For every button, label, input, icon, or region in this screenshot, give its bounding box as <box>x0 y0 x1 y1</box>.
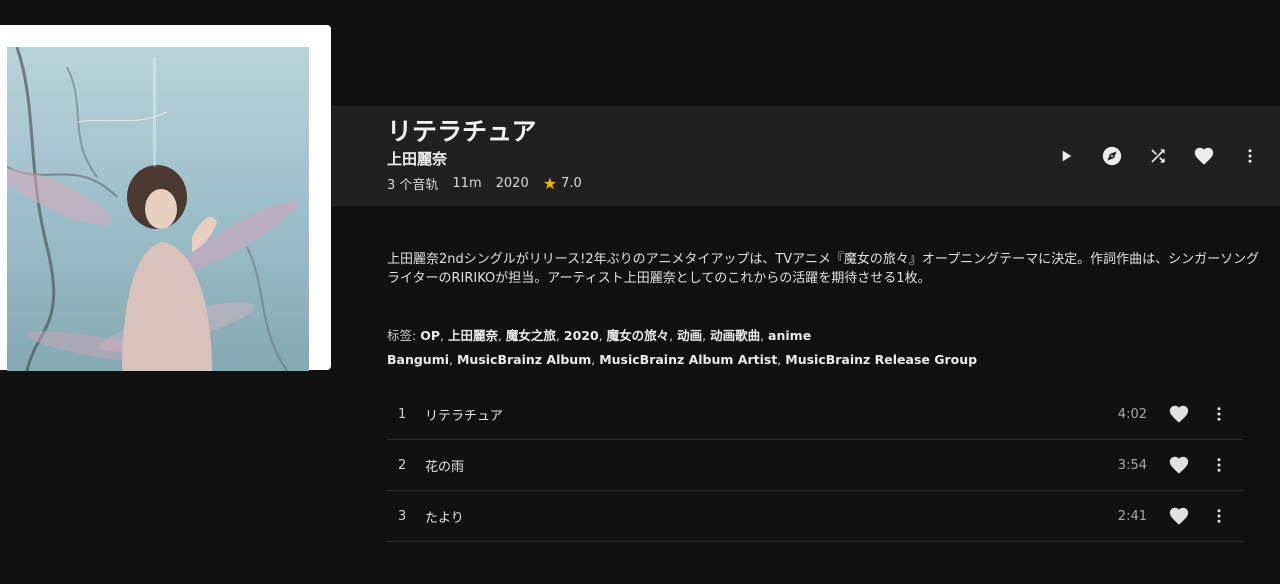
explore-icon <box>1102 146 1122 166</box>
track-more-button[interactable] <box>1209 402 1229 426</box>
explore-button[interactable] <box>1100 140 1124 172</box>
album-duration: 11m <box>452 176 482 191</box>
track-duration: 3:54 <box>1117 457 1147 473</box>
album-cover-image <box>7 47 309 371</box>
tag-link[interactable]: MusicBrainz Release Group <box>785 352 977 367</box>
heart-icon <box>1169 405 1189 423</box>
album-rating: ★ 7.0 <box>542 174 582 193</box>
album-title: リテラチュア <box>387 117 537 146</box>
more-vert-icon <box>1217 458 1221 472</box>
shuffle-icon <box>1151 149 1165 163</box>
star-icon: ★ <box>542 174 558 193</box>
track-duration: 4:02 <box>1117 406 1147 422</box>
favorite-button[interactable] <box>1192 140 1216 172</box>
track-number: 2 <box>398 457 407 473</box>
track-more-button[interactable] <box>1209 453 1229 477</box>
more-vert-icon <box>1217 509 1221 523</box>
album-page: リテラチュア 上田麗奈 3 个音轨 11m 2020 ★ 7.0 上田麗奈2nd… <box>0 0 1280 584</box>
tags-row-1: 标签: OP, 上田麗奈, 魔女之旅, 2020, 魔女の旅々, 动画, 动画歌… <box>387 328 812 343</box>
tag-link[interactable]: MusicBrainz Album Artist <box>599 352 777 367</box>
cover-illustration <box>7 47 309 371</box>
track-favorite-button[interactable] <box>1167 402 1191 426</box>
track-duration: 2:41 <box>1117 508 1147 524</box>
tag-link[interactable]: anime <box>768 328 811 343</box>
album-year: 2020 <box>495 176 529 191</box>
album-cover-card[interactable] <box>0 25 331 371</box>
heart-icon <box>1194 147 1214 165</box>
track-more-button[interactable] <box>1209 504 1229 528</box>
album-actions <box>1054 140 1262 172</box>
tag-link[interactable]: 动画 <box>677 328 702 343</box>
track-row[interactable]: 1 リテラチュア 4:02 <box>387 389 1243 440</box>
tag-link[interactable]: 魔女の旅々 <box>607 328 670 343</box>
tag-link[interactable]: MusicBrainz Album <box>457 352 591 367</box>
shuffle-button[interactable] <box>1146 140 1170 172</box>
more-options-button[interactable] <box>1238 140 1262 172</box>
heart-icon <box>1169 456 1189 474</box>
play-icon <box>1062 150 1072 162</box>
album-artist-link[interactable]: 上田麗奈 <box>387 148 447 169</box>
track-title: リテラチュア <box>425 408 503 424</box>
track-favorite-button[interactable] <box>1167 453 1191 477</box>
tag-link[interactable]: Bangumi <box>387 352 449 367</box>
track-title: たより <box>425 510 464 526</box>
track-number: 1 <box>398 406 407 422</box>
track-title: 花の雨 <box>425 459 465 475</box>
rating-value: 7.0 <box>561 176 582 191</box>
album-description: 上田麗奈2ndシングルがリリース!2年ぶりのアニメタイアップは、TVアニメ『魔女… <box>387 252 1260 286</box>
more-vert-icon <box>1248 149 1252 163</box>
track-row[interactable]: 2 花の雨 3:54 <box>387 440 1243 491</box>
track-number: 3 <box>398 508 407 524</box>
track-list: 1 リテラチュア 4:02 2 花の雨 3:54 3 たより 2:41 <box>387 389 1243 542</box>
tags-row-2: Bangumi, MusicBrainz Album, MusicBrainz … <box>387 352 978 367</box>
track-row[interactable]: 3 たより 2:41 <box>387 491 1243 542</box>
more-vert-icon <box>1217 407 1221 421</box>
tag-link[interactable]: 2020 <box>564 328 599 343</box>
heart-icon <box>1169 507 1189 525</box>
tag-link[interactable]: 动画歌曲 <box>710 328 760 343</box>
tags-label: 标签: <box>387 328 417 343</box>
play-button[interactable] <box>1054 140 1078 172</box>
album-meta: 3 个音轨 11m 2020 ★ 7.0 <box>387 174 582 194</box>
track-favorite-button[interactable] <box>1167 504 1191 528</box>
track-count: 3 个音轨 <box>387 178 439 193</box>
tag-link[interactable]: 上田麗奈 <box>448 328 498 343</box>
tag-link[interactable]: 魔女之旅 <box>506 328 556 343</box>
tag-link[interactable]: OP <box>420 328 440 343</box>
